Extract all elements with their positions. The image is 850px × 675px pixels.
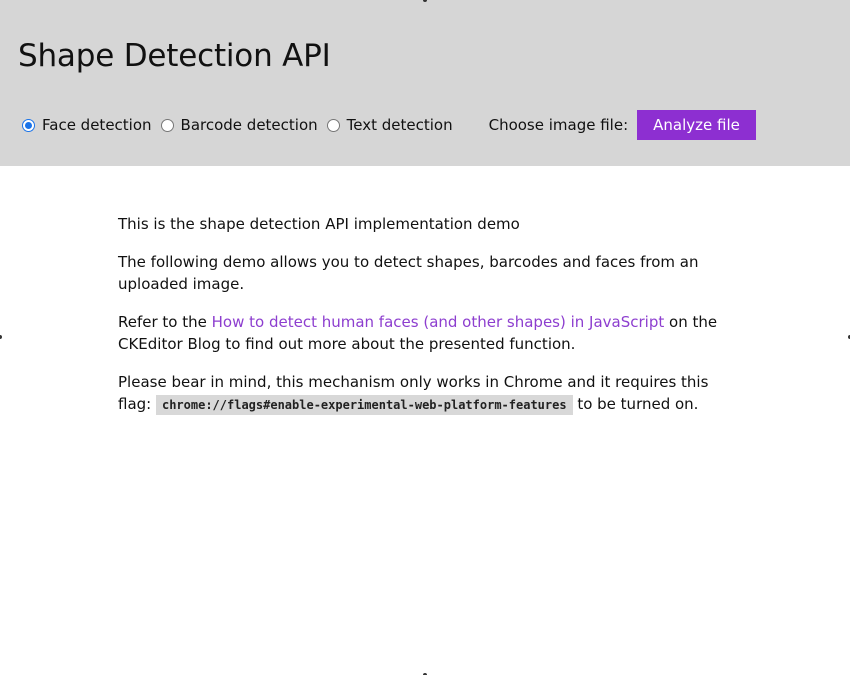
analyze-file-button[interactable]: Analyze file — [637, 110, 756, 140]
detection-controls: Face detection Barcode detection Text de… — [22, 110, 756, 140]
barcode-detection-option[interactable]: Barcode detection — [160, 116, 318, 134]
warning-paragraph: Please bear in mind, this mechanism only… — [118, 371, 718, 416]
flag-code: chrome://flags#enable-experimental-web-p… — [155, 395, 573, 415]
barcode-detection-label: Barcode detection — [180, 116, 318, 134]
main-content: This is the shape detection API implemen… — [118, 213, 718, 432]
header-bar: Shape Detection API Face detection Barco… — [0, 0, 850, 166]
page-title: Shape Detection API — [18, 38, 331, 74]
barcode-detection-radio[interactable] — [160, 118, 174, 132]
face-detection-option[interactable]: Face detection — [22, 116, 152, 134]
face-detection-radio[interactable] — [22, 118, 35, 132]
intro-text: This is the shape detection API implemen… — [118, 215, 520, 233]
text-detection-radio[interactable] — [326, 118, 340, 132]
text-detection-option[interactable]: Text detection — [326, 116, 453, 134]
resize-handle-left[interactable] — [0, 335, 2, 339]
text-detection-label: Text detection — [346, 116, 453, 134]
refer-prefix: Refer to the — [118, 313, 212, 331]
warning-suffix: to be turned on. — [572, 395, 699, 413]
description-text: The following demo allows you to detect … — [118, 253, 699, 293]
refer-paragraph: Refer to the How to detect human faces (… — [118, 311, 718, 355]
face-detection-label: Face detection — [42, 116, 152, 134]
article-link[interactable]: How to detect human faces (and other sha… — [212, 313, 665, 331]
choose-file-label[interactable]: Choose image file: — [489, 116, 629, 134]
